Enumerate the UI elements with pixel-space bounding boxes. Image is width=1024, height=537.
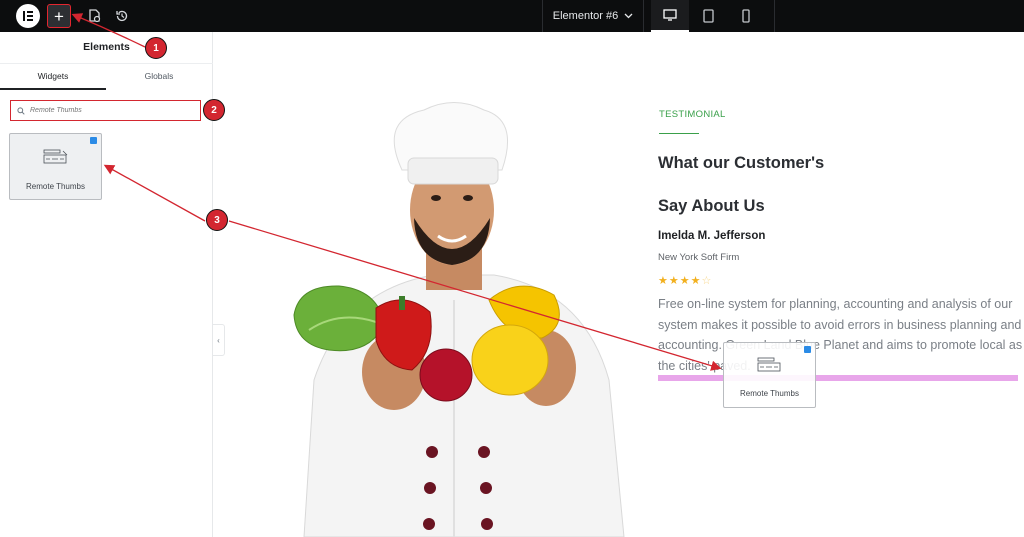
star-icon: ★ bbox=[658, 275, 669, 287]
star-empty-icon: ☆ bbox=[701, 275, 713, 287]
callout-badge-3: 3 bbox=[206, 209, 228, 231]
document-title: Elementor #6 bbox=[552, 10, 619, 22]
page-settings-button[interactable] bbox=[82, 4, 106, 28]
star-icon: ★ bbox=[668, 275, 680, 287]
reviewer-company: New York Soft Firm bbox=[658, 252, 740, 263]
search-icon bbox=[17, 106, 25, 115]
tab-widgets[interactable]: Widgets bbox=[0, 64, 106, 90]
testimonial-heading-line-2: Say About Us bbox=[658, 197, 765, 215]
desktop-view-button[interactable] bbox=[651, 0, 689, 32]
panel-title: Elements bbox=[83, 41, 130, 53]
mobile-icon bbox=[742, 9, 750, 23]
history-button[interactable] bbox=[110, 4, 134, 28]
elementor-logo-icon[interactable] bbox=[16, 4, 40, 28]
testimonial-tag: TESTIMONIAL bbox=[659, 109, 726, 120]
chevron-left-icon: ‹ bbox=[217, 335, 220, 345]
page-settings-icon bbox=[89, 9, 101, 23]
add-element-button[interactable]: + bbox=[47, 4, 71, 28]
desktop-icon bbox=[663, 9, 677, 21]
panel-collapse-toggle[interactable]: ‹ bbox=[213, 324, 225, 356]
editor-topbar: + Elementor #6 bbox=[0, 0, 1024, 32]
widget-search-input[interactable] bbox=[30, 107, 180, 114]
remote-thumbs-icon bbox=[43, 149, 68, 164]
callout-badge-2: 2 bbox=[203, 99, 225, 121]
mobile-view-button[interactable] bbox=[727, 0, 765, 32]
drop-indicator bbox=[658, 375, 1018, 381]
testimonial-quote: Free on-line system for planning, accoun… bbox=[658, 297, 1023, 373]
remote-thumbs-icon bbox=[757, 357, 781, 372]
widget-remote-thumbs[interactable]: Remote Thumbs bbox=[9, 133, 102, 200]
pro-badge-icon bbox=[804, 346, 811, 353]
dragged-widget-remote-thumbs[interactable]: Remote Thumbs bbox=[723, 342, 816, 408]
tag-divider bbox=[659, 133, 699, 134]
widget-label: Remote Thumbs bbox=[26, 182, 85, 191]
dragged-widget-label: Remote Thumbs bbox=[740, 389, 799, 398]
star-icon: ★ bbox=[690, 275, 702, 287]
tablet-icon bbox=[702, 9, 714, 23]
reviewer-name: Imelda M. Jefferson bbox=[658, 230, 766, 242]
widget-search bbox=[10, 100, 201, 121]
callout-badge-1: 1 bbox=[145, 37, 167, 59]
star-icon: ★ bbox=[679, 275, 691, 287]
tablet-view-button[interactable] bbox=[689, 0, 727, 32]
star-rating: ★★★★☆ bbox=[658, 274, 712, 287]
panel-tabs: Widgets Globals bbox=[0, 63, 213, 90]
elements-panel: Elements Widgets Globals Remote Thumbs bbox=[0, 32, 213, 537]
testimonial-heading-line-1: What our Customer's bbox=[658, 154, 825, 172]
pro-badge-icon bbox=[90, 137, 97, 144]
history-icon bbox=[116, 10, 128, 22]
document-title-dropdown[interactable]: Elementor #6 bbox=[543, 0, 643, 32]
tab-globals[interactable]: Globals bbox=[106, 64, 212, 90]
chevron-down-icon bbox=[624, 13, 633, 19]
plus-icon: + bbox=[54, 6, 64, 26]
chef-with-vegetables-image bbox=[293, 102, 625, 537]
